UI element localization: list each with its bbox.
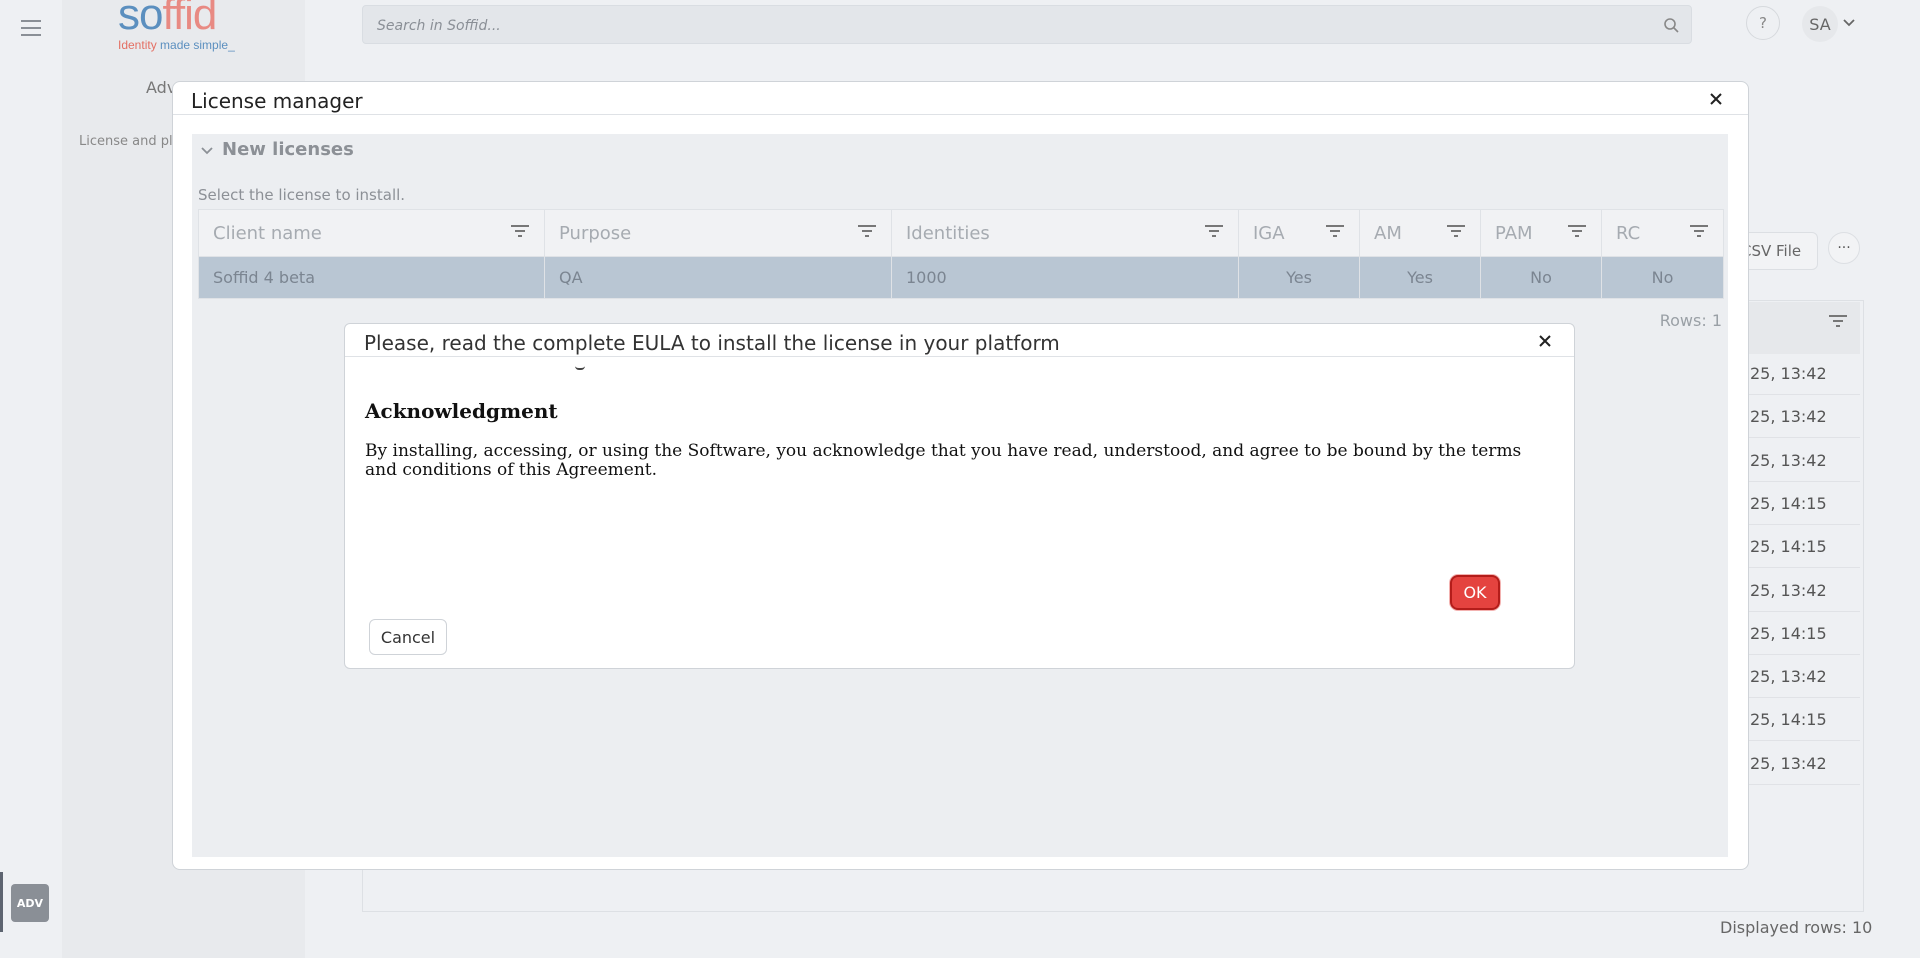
table-cell: 1000 <box>891 256 1239 299</box>
help-button[interactable]: ? <box>1746 6 1780 40</box>
table-row[interactable]: 25, 13:42 <box>1740 569 1860 612</box>
filter-icon[interactable] <box>1325 224 1345 238</box>
column-header[interactable]: AM <box>1359 209 1481 257</box>
cancel-button[interactable]: Cancel <box>369 619 447 655</box>
filter-icon[interactable] <box>1567 224 1587 238</box>
column-header-label: Purpose <box>559 222 632 244</box>
table-row[interactable]: 25, 13:42 <box>1740 352 1860 395</box>
chevron-down-icon[interactable] <box>200 144 214 158</box>
global-search <box>362 5 1692 45</box>
section-title[interactable]: New licenses <box>222 139 354 160</box>
dialog-divider <box>173 114 1748 115</box>
table-cell: QA <box>544 256 892 299</box>
ok-button[interactable]: OK <box>1450 575 1500 610</box>
eula-text-frame[interactable]: Acknowledgment By installing, accessing,… <box>345 357 1574 537</box>
table-cell: Yes <box>1238 256 1360 299</box>
table-row[interactable]: 25, 13:42 <box>1740 655 1860 699</box>
displayed-rows-count: Displayed rows: 10 <box>1720 918 1873 937</box>
column-header[interactable]: Identities <box>891 209 1239 257</box>
column-header[interactable]: RC <box>1601 209 1724 257</box>
chevron-down-icon[interactable] <box>1842 16 1856 30</box>
close-icon[interactable] <box>1705 88 1727 110</box>
eula-heading: Acknowledgment <box>365 399 558 423</box>
nav-item-license[interactable]: License and pl <box>79 134 173 149</box>
table-cell: Soffid 4 beta <box>198 256 545 299</box>
column-header[interactable]: Client name <box>198 209 545 257</box>
column-header-label: AM <box>1374 222 1402 244</box>
instruction-text: Select the license to install. <box>198 186 406 204</box>
filter-icon[interactable] <box>1689 224 1709 238</box>
filter-icon[interactable] <box>510 224 530 238</box>
table-row[interactable]: 25, 14:15 <box>1740 525 1860 569</box>
close-icon[interactable] <box>1535 331 1555 351</box>
table-row[interactable]: 25, 14:15 <box>1740 482 1860 525</box>
eula-body-text: By installing, accessing, or using the S… <box>365 441 1522 480</box>
eula-dialog: Please, read the complete EULA to instal… <box>344 323 1575 669</box>
table-row[interactable]: 25, 13:42 <box>1740 742 1860 785</box>
table-row[interactable]: Soffid 4 beta QA 1000 Yes Yes No No <box>198 256 1724 299</box>
eula-dialog-title: Please, read the complete EULA to instal… <box>364 331 1060 355</box>
user-avatar[interactable]: SA <box>1802 6 1838 42</box>
column-header-label: Identities <box>906 222 990 244</box>
dialog-title: License manager <box>191 89 363 113</box>
search-icon[interactable] <box>1663 17 1679 33</box>
adv-badge[interactable]: ADV <box>11 884 49 922</box>
filter-icon[interactable] <box>1204 224 1224 238</box>
column-header-label: Client name <box>213 222 322 244</box>
table-row[interactable]: 25, 13:42 <box>1740 395 1860 439</box>
rail-active-marker <box>0 872 3 932</box>
column-header-label: PAM <box>1495 222 1533 244</box>
column-header[interactable]: Purpose <box>544 209 892 257</box>
rows-count: Rows: 1 <box>1659 311 1722 330</box>
hamburger-menu-icon[interactable] <box>19 16 43 40</box>
left-rail: ADV <box>0 0 62 958</box>
table-row[interactable]: 25, 13:42 <box>1740 439 1860 482</box>
more-options-button[interactable]: ··· <box>1828 232 1860 264</box>
table-row[interactable]: 25, 14:15 <box>1740 612 1860 655</box>
column-header[interactable]: PAM <box>1480 209 1602 257</box>
licenses-table: Client name Purpose Identities IGA AM PAM RC S… <box>198 209 1724 299</box>
filter-icon[interactable] <box>1827 313 1849 329</box>
column-header[interactable]: IGA <box>1238 209 1360 257</box>
search-input[interactable] <box>375 6 1629 45</box>
table-cell: No <box>1480 256 1602 299</box>
filter-icon[interactable] <box>857 224 877 238</box>
soffid-logo: soffid Identity made simple_ <box>118 0 235 52</box>
clipped-text-fragment <box>575 362 585 370</box>
table-row[interactable]: 25, 14:15 <box>1740 698 1860 742</box>
filter-icon[interactable] <box>1446 224 1466 238</box>
column-header-label: IGA <box>1253 222 1285 244</box>
table-cell: No <box>1601 256 1724 299</box>
table-cell: Yes <box>1359 256 1481 299</box>
column-header-label: RC <box>1616 222 1641 244</box>
